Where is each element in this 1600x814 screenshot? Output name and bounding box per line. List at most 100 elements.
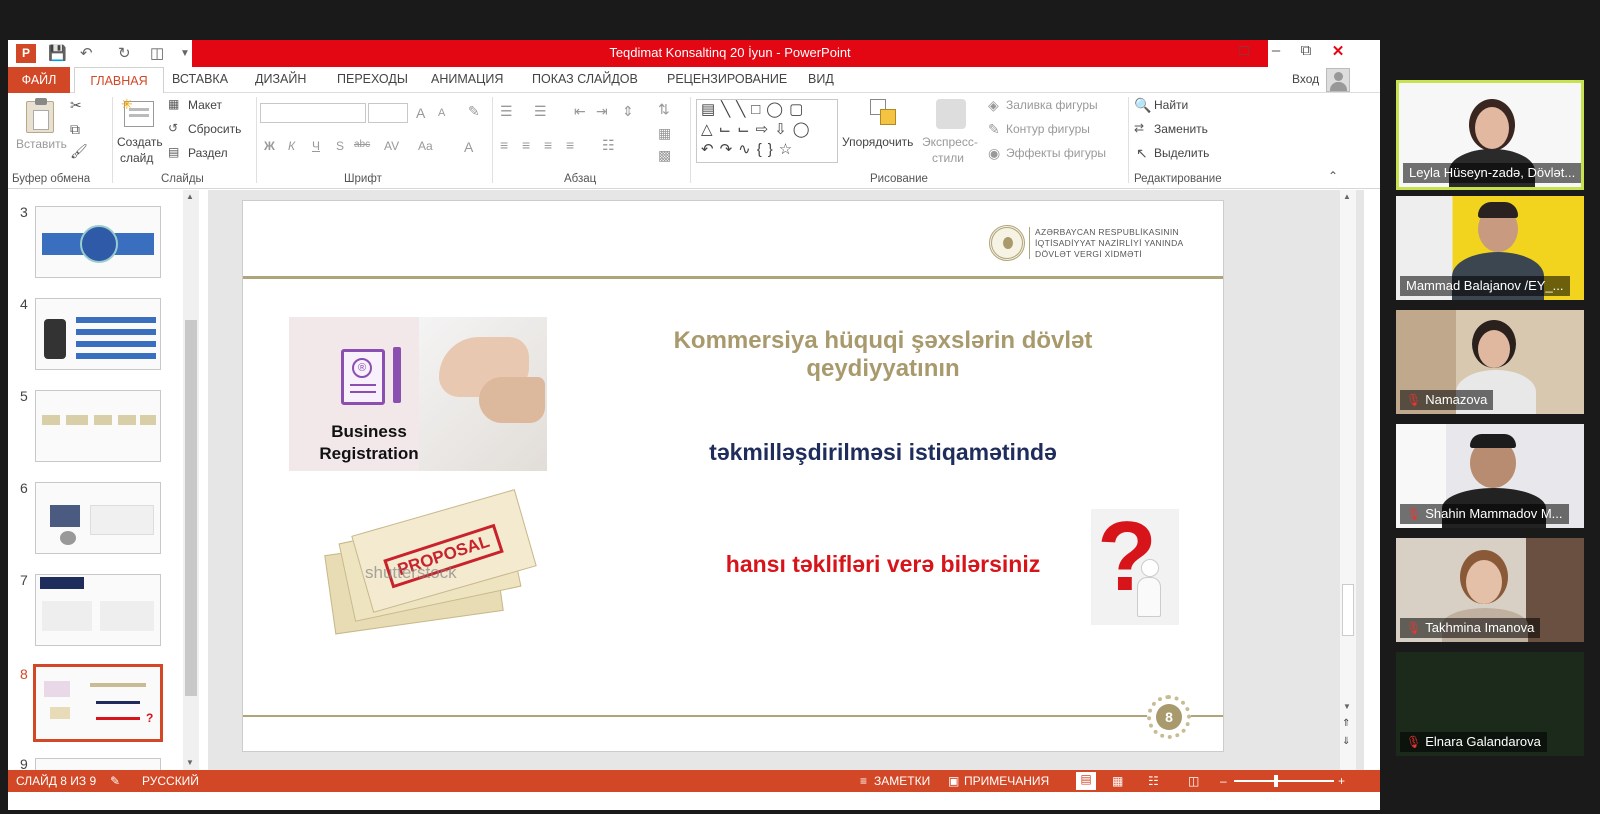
text-direction-icon[interactable]: ⇅ — [658, 101, 670, 118]
reset-button[interactable]: Сбросить — [188, 122, 241, 136]
line-spacing-icon[interactable]: ⇕ — [622, 103, 634, 120]
increase-indent-icon[interactable]: ⇥ — [596, 103, 608, 120]
shrink-font-button[interactable]: A — [438, 107, 445, 119]
shape-outline-button[interactable]: Контур фигуры — [1006, 122, 1090, 136]
start-slideshow-icon[interactable]: ◫ — [150, 44, 164, 62]
normal-view-icon[interactable]: ▤ — [1076, 772, 1096, 790]
tab-file[interactable]: ФАЙЛ — [8, 67, 70, 93]
tab-view[interactable]: ВИД — [808, 72, 834, 86]
zoom-out-icon[interactable]: – — [1220, 774, 1227, 788]
align-right-icon[interactable]: ≡ — [544, 137, 552, 153]
sign-in-link[interactable]: Вход — [1292, 72, 1319, 86]
paste-icon[interactable] — [26, 98, 54, 133]
slideshow-view-icon[interactable]: ◫ — [1188, 774, 1199, 788]
replace-button[interactable]: Заменить — [1154, 122, 1208, 136]
find-icon[interactable]: 🔍 — [1134, 97, 1151, 114]
tab-insert[interactable]: ВСТАВКА — [172, 72, 228, 86]
align-center-icon[interactable]: ≡ — [522, 137, 530, 153]
format-painter-icon[interactable]: 🖌 — [70, 143, 88, 160]
align-left-icon[interactable]: ≡ — [500, 137, 508, 153]
section-button[interactable]: Раздел — [188, 146, 228, 160]
tab-transitions[interactable]: ПЕРЕХОДЫ — [337, 72, 408, 86]
video-tile[interactable]: 🎙 Namazova — [1396, 310, 1584, 414]
paste-button[interactable]: Вставить — [16, 137, 67, 151]
zoom-in-icon[interactable]: + — [1338, 774, 1345, 788]
shape-fill-icon[interactable]: ◈ — [988, 97, 999, 114]
reading-view-icon[interactable]: ☷ — [1148, 774, 1159, 788]
video-tile-active-speaker[interactable]: Leyla Hüseyn-zadə, Dövlət... — [1396, 80, 1584, 190]
video-tile[interactable]: 🎙 Takhmina Imanova — [1396, 538, 1584, 642]
language-indicator[interactable]: РУССКИЙ — [142, 774, 199, 788]
slide-thumbnail[interactable] — [35, 574, 161, 646]
new-slide-button[interactable]: Создать — [117, 135, 163, 149]
new-slide-icon[interactable]: ✳ — [121, 96, 154, 127]
numbering-icon[interactable]: ☰ — [534, 103, 547, 120]
tab-home[interactable]: ГЛАВНАЯ — [74, 67, 164, 94]
text-shadow-button[interactable]: S — [336, 139, 344, 153]
new-slide-button-line2[interactable]: слайд — [120, 151, 153, 165]
reset-icon[interactable]: ↺ — [168, 121, 178, 135]
strikethrough-button[interactable]: abc — [354, 139, 370, 150]
quick-styles-button-line2[interactable]: стили — [932, 151, 964, 165]
comments-icon[interactable]: ▣ — [948, 774, 959, 788]
italic-button[interactable]: К — [288, 139, 295, 153]
customize-qat-icon[interactable]: ▼ — [180, 48, 190, 59]
slide-count[interactable]: СЛАЙД 8 ИЗ 9 — [16, 774, 96, 788]
slide-thumbnail[interactable] — [35, 298, 161, 370]
find-button[interactable]: Найти — [1154, 98, 1188, 112]
grow-font-button[interactable]: A — [416, 105, 425, 121]
shape-fill-button[interactable]: Заливка фигуры — [1006, 98, 1098, 112]
previous-slide-icon[interactable]: ⇑ — [1342, 718, 1350, 729]
video-tile[interactable]: 🎙 Shahin Mammadov M... — [1396, 424, 1584, 528]
font-size-input[interactable] — [368, 103, 408, 123]
next-slide-icon[interactable]: ⇓ — [1342, 736, 1350, 747]
layout-icon[interactable]: ▦ — [168, 97, 179, 111]
video-tile[interactable]: Mammad Balajanov /EY_... — [1396, 196, 1584, 300]
notes-button[interactable]: ЗАМЕТКИ — [874, 774, 930, 788]
slide-sorter-icon[interactable]: ▦ — [1112, 774, 1123, 788]
comments-button[interactable]: ПРИМЕЧАНИЯ — [964, 774, 1049, 788]
undo-icon[interactable]: ↶ — [80, 44, 93, 62]
minimize-icon[interactable]: – — [1264, 42, 1288, 59]
save-icon[interactable]: 💾 — [48, 44, 67, 62]
decrease-indent-icon[interactable]: ⇤ — [574, 103, 586, 120]
slide-thumbnail[interactable] — [35, 482, 161, 554]
justify-icon[interactable]: ≡ — [566, 137, 574, 153]
align-text-icon[interactable]: ▦ — [658, 125, 671, 142]
tab-animation[interactable]: АНИМАЦИЯ — [431, 72, 503, 86]
bold-button[interactable]: Ж — [264, 139, 275, 153]
slide-thumbnail[interactable] — [35, 206, 161, 278]
spell-check-icon[interactable]: ✎ — [110, 774, 120, 788]
ribbon-display-options-icon[interactable]: □ — [1232, 42, 1256, 59]
select-icon[interactable]: ↖ — [1136, 145, 1148, 162]
close-icon[interactable]: ✕ — [1326, 42, 1350, 60]
shape-effects-button[interactable]: Эффекты фигуры — [1006, 146, 1106, 160]
quick-styles-button[interactable]: Экспресс- — [922, 135, 978, 149]
arrange-icon[interactable] — [870, 99, 898, 129]
shape-outline-icon[interactable]: ✎ — [988, 121, 1000, 138]
select-button[interactable]: Выделить — [1154, 146, 1209, 160]
slide-scrollbar[interactable]: ▲ ▼ ⇑ ⇓ — [1340, 190, 1356, 772]
font-name-input[interactable] — [260, 103, 366, 123]
font-color-button[interactable]: A — [464, 139, 473, 155]
shape-effects-icon[interactable]: ◉ — [988, 145, 1000, 162]
shapes-gallery[interactable]: ▤╲╲□◯▢ △⌙⌙⇨⇩◯ ↶↷∿{}☆ — [696, 99, 838, 163]
section-icon[interactable]: ▤ — [168, 145, 179, 159]
layout-button[interactable]: Макет — [188, 98, 222, 112]
smartart-icon[interactable]: ▩ — [658, 147, 671, 164]
cut-icon[interactable]: ✂ — [70, 97, 82, 114]
current-slide[interactable]: AZƏRBAYCAN RESPUBLİKASININ İQTİSADİYYAT … — [242, 200, 1224, 752]
redo-icon[interactable]: ↻ — [118, 44, 131, 62]
thumbnail-scrollbar[interactable]: ▲ ▼ — [183, 190, 199, 772]
clear-formatting-icon[interactable]: ✎ — [468, 103, 480, 120]
zoom-slider[interactable] — [1234, 775, 1334, 787]
collapse-ribbon-icon[interactable]: ⌃ — [1328, 169, 1338, 183]
tab-design[interactable]: ДИЗАЙН — [255, 72, 306, 86]
video-tile[interactable]: 🎙 Elnara Galandarova — [1396, 652, 1584, 756]
bullets-icon[interactable]: ☰ — [500, 103, 513, 120]
slide-thumbnail-selected[interactable]: ? — [33, 664, 163, 742]
tab-review[interactable]: РЕЦЕНЗИРОВАНИЕ — [667, 72, 787, 86]
replace-icon[interactable]: ⇄ — [1134, 121, 1144, 135]
change-case-button[interactable]: Aa — [418, 139, 433, 153]
copy-icon[interactable]: ⧉ — [70, 121, 80, 138]
